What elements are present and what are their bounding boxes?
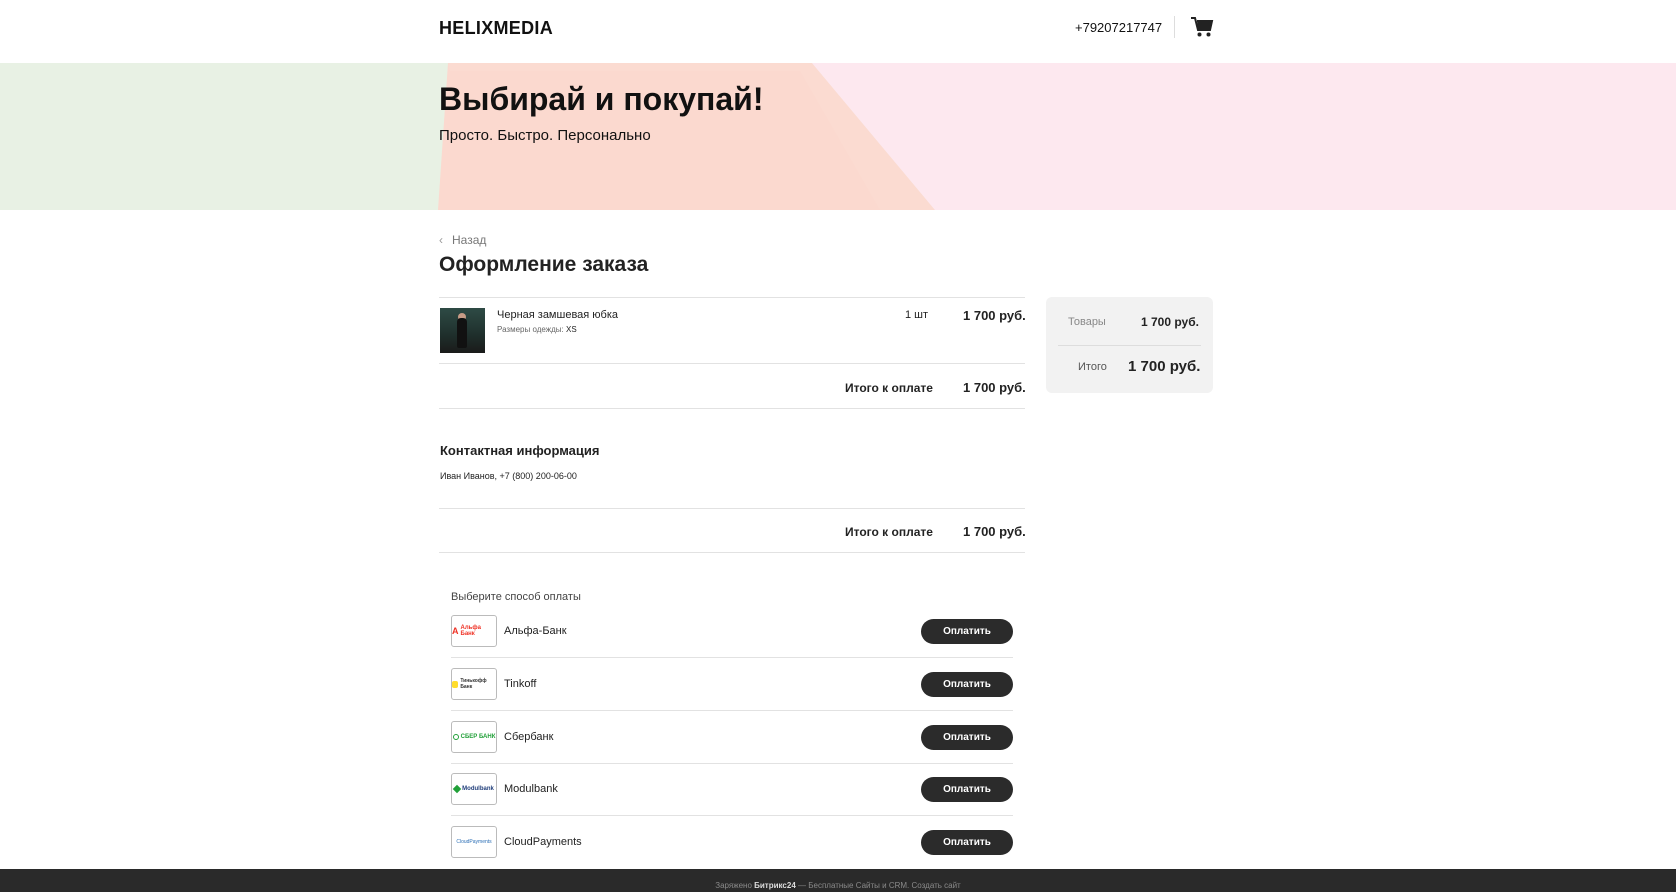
divider (451, 763, 1013, 764)
pay-button[interactable]: Оплатить (921, 777, 1013, 802)
divider (439, 508, 1025, 509)
property-value: XS (566, 325, 577, 334)
divider (451, 657, 1013, 658)
summary-goods-value: 1 700 руб. (1141, 315, 1199, 329)
page-title: Оформление заказа (439, 253, 649, 276)
footer-text: Заряжено Битрикс24 — Бесплатные Сайты и … (0, 881, 1676, 890)
order-total-label: Итого к оплате (845, 381, 933, 395)
payment-method-alfa: А Альфа Банк Альфа-Банк Оплатить (451, 615, 1013, 668)
back-label: Назад (452, 233, 487, 247)
contact-info: Иван Иванов, +7 (800) 200-06-00 (440, 471, 577, 481)
product-name[interactable]: Черная замшевая юбка (497, 309, 618, 321)
divider (439, 363, 1025, 364)
header-phone[interactable]: +79207217747 (1075, 20, 1162, 35)
payment-method-name: Modulbank (504, 783, 558, 795)
pay-button[interactable]: Оплатить (921, 830, 1013, 855)
divider (439, 297, 1025, 298)
hero-background-shapes (0, 63, 1676, 210)
product-price: 1 700 руб. (963, 308, 1026, 323)
divider (439, 552, 1025, 553)
pay-button[interactable]: Оплатить (921, 672, 1013, 697)
tinkoff-logo: Тинькофф Банк (451, 668, 497, 700)
payment-method-modulbank: Modulbank Modulbank Оплатить (451, 773, 1013, 826)
payment-method-name: Сбербанк (504, 731, 554, 743)
hero-title: Выбирай и покупай! (439, 81, 764, 117)
site-logo[interactable]: HELIXMEDIA (439, 18, 553, 39)
payment-title: Выберите способ оплаты (451, 591, 581, 603)
product-quantity: 1 шт (905, 309, 929, 321)
order-total-value: 1 700 руб. (963, 380, 1026, 395)
back-link[interactable]: ‹ Назад (439, 233, 486, 247)
product-property: Размеры одежды: XS (497, 325, 577, 334)
modulbank-logo: Modulbank (451, 773, 497, 805)
divider (1058, 345, 1201, 346)
pay-button[interactable]: Оплатить (921, 725, 1013, 750)
payment-method-sberbank: СБЕР БАНК Сбербанк Оплатить (451, 721, 1013, 774)
order-summary-card: Товары 1 700 руб. Итого 1 700 руб. (1046, 297, 1213, 393)
payment-method-name: CloudPayments (504, 836, 582, 848)
cart-icon[interactable] (1190, 16, 1214, 38)
payment-method-name: Альфа-Банк (504, 625, 567, 637)
site-footer: Заряжено Битрикс24 — Бесплатные Сайты и … (0, 869, 1676, 892)
divider (451, 710, 1013, 711)
footer-brand[interactable]: Битрикс24 (754, 881, 796, 890)
footer-suffix: — Бесплатные Сайты и CRM. (798, 881, 910, 890)
pay-button[interactable]: Оплатить (921, 619, 1013, 644)
site-header: HELIXMEDIA +79207217747 (0, 0, 1676, 63)
cloudpayments-logo: CloudPayments (451, 826, 497, 858)
footer-create-site-link[interactable]: Создать сайт (912, 881, 961, 890)
order-total-label-2: Итого к оплате (845, 525, 933, 539)
divider (439, 408, 1025, 409)
sberbank-logo: СБЕР БАНК (451, 721, 497, 753)
hero-subtitle: Просто. Быстро. Персонально (439, 127, 651, 144)
contact-title: Контактная информация (440, 443, 600, 458)
product-image[interactable] (440, 308, 485, 353)
property-label: Размеры одежды: (497, 325, 564, 334)
payment-method-name: Tinkoff (504, 678, 537, 690)
hero-banner: Выбирай и покупай! Просто. Быстро. Персо… (0, 63, 1676, 210)
summary-goods-label: Товары (1068, 316, 1106, 328)
summary-total-value: 1 700 руб. (1128, 358, 1201, 375)
page: HELIXMEDIA +79207217747 Выбирай и покупа… (0, 0, 1676, 892)
order-total-value-2: 1 700 руб. (963, 524, 1026, 539)
footer-prefix: Заряжено (715, 881, 752, 890)
chevron-left-icon: ‹ (439, 233, 443, 247)
alfa-bank-logo: А Альфа Банк (451, 615, 497, 647)
payment-method-tinkoff: Тинькофф Банк Tinkoff Оплатить (451, 668, 1013, 721)
divider (451, 815, 1013, 816)
header-divider (1174, 16, 1175, 38)
summary-total-label: Итого (1078, 361, 1107, 373)
